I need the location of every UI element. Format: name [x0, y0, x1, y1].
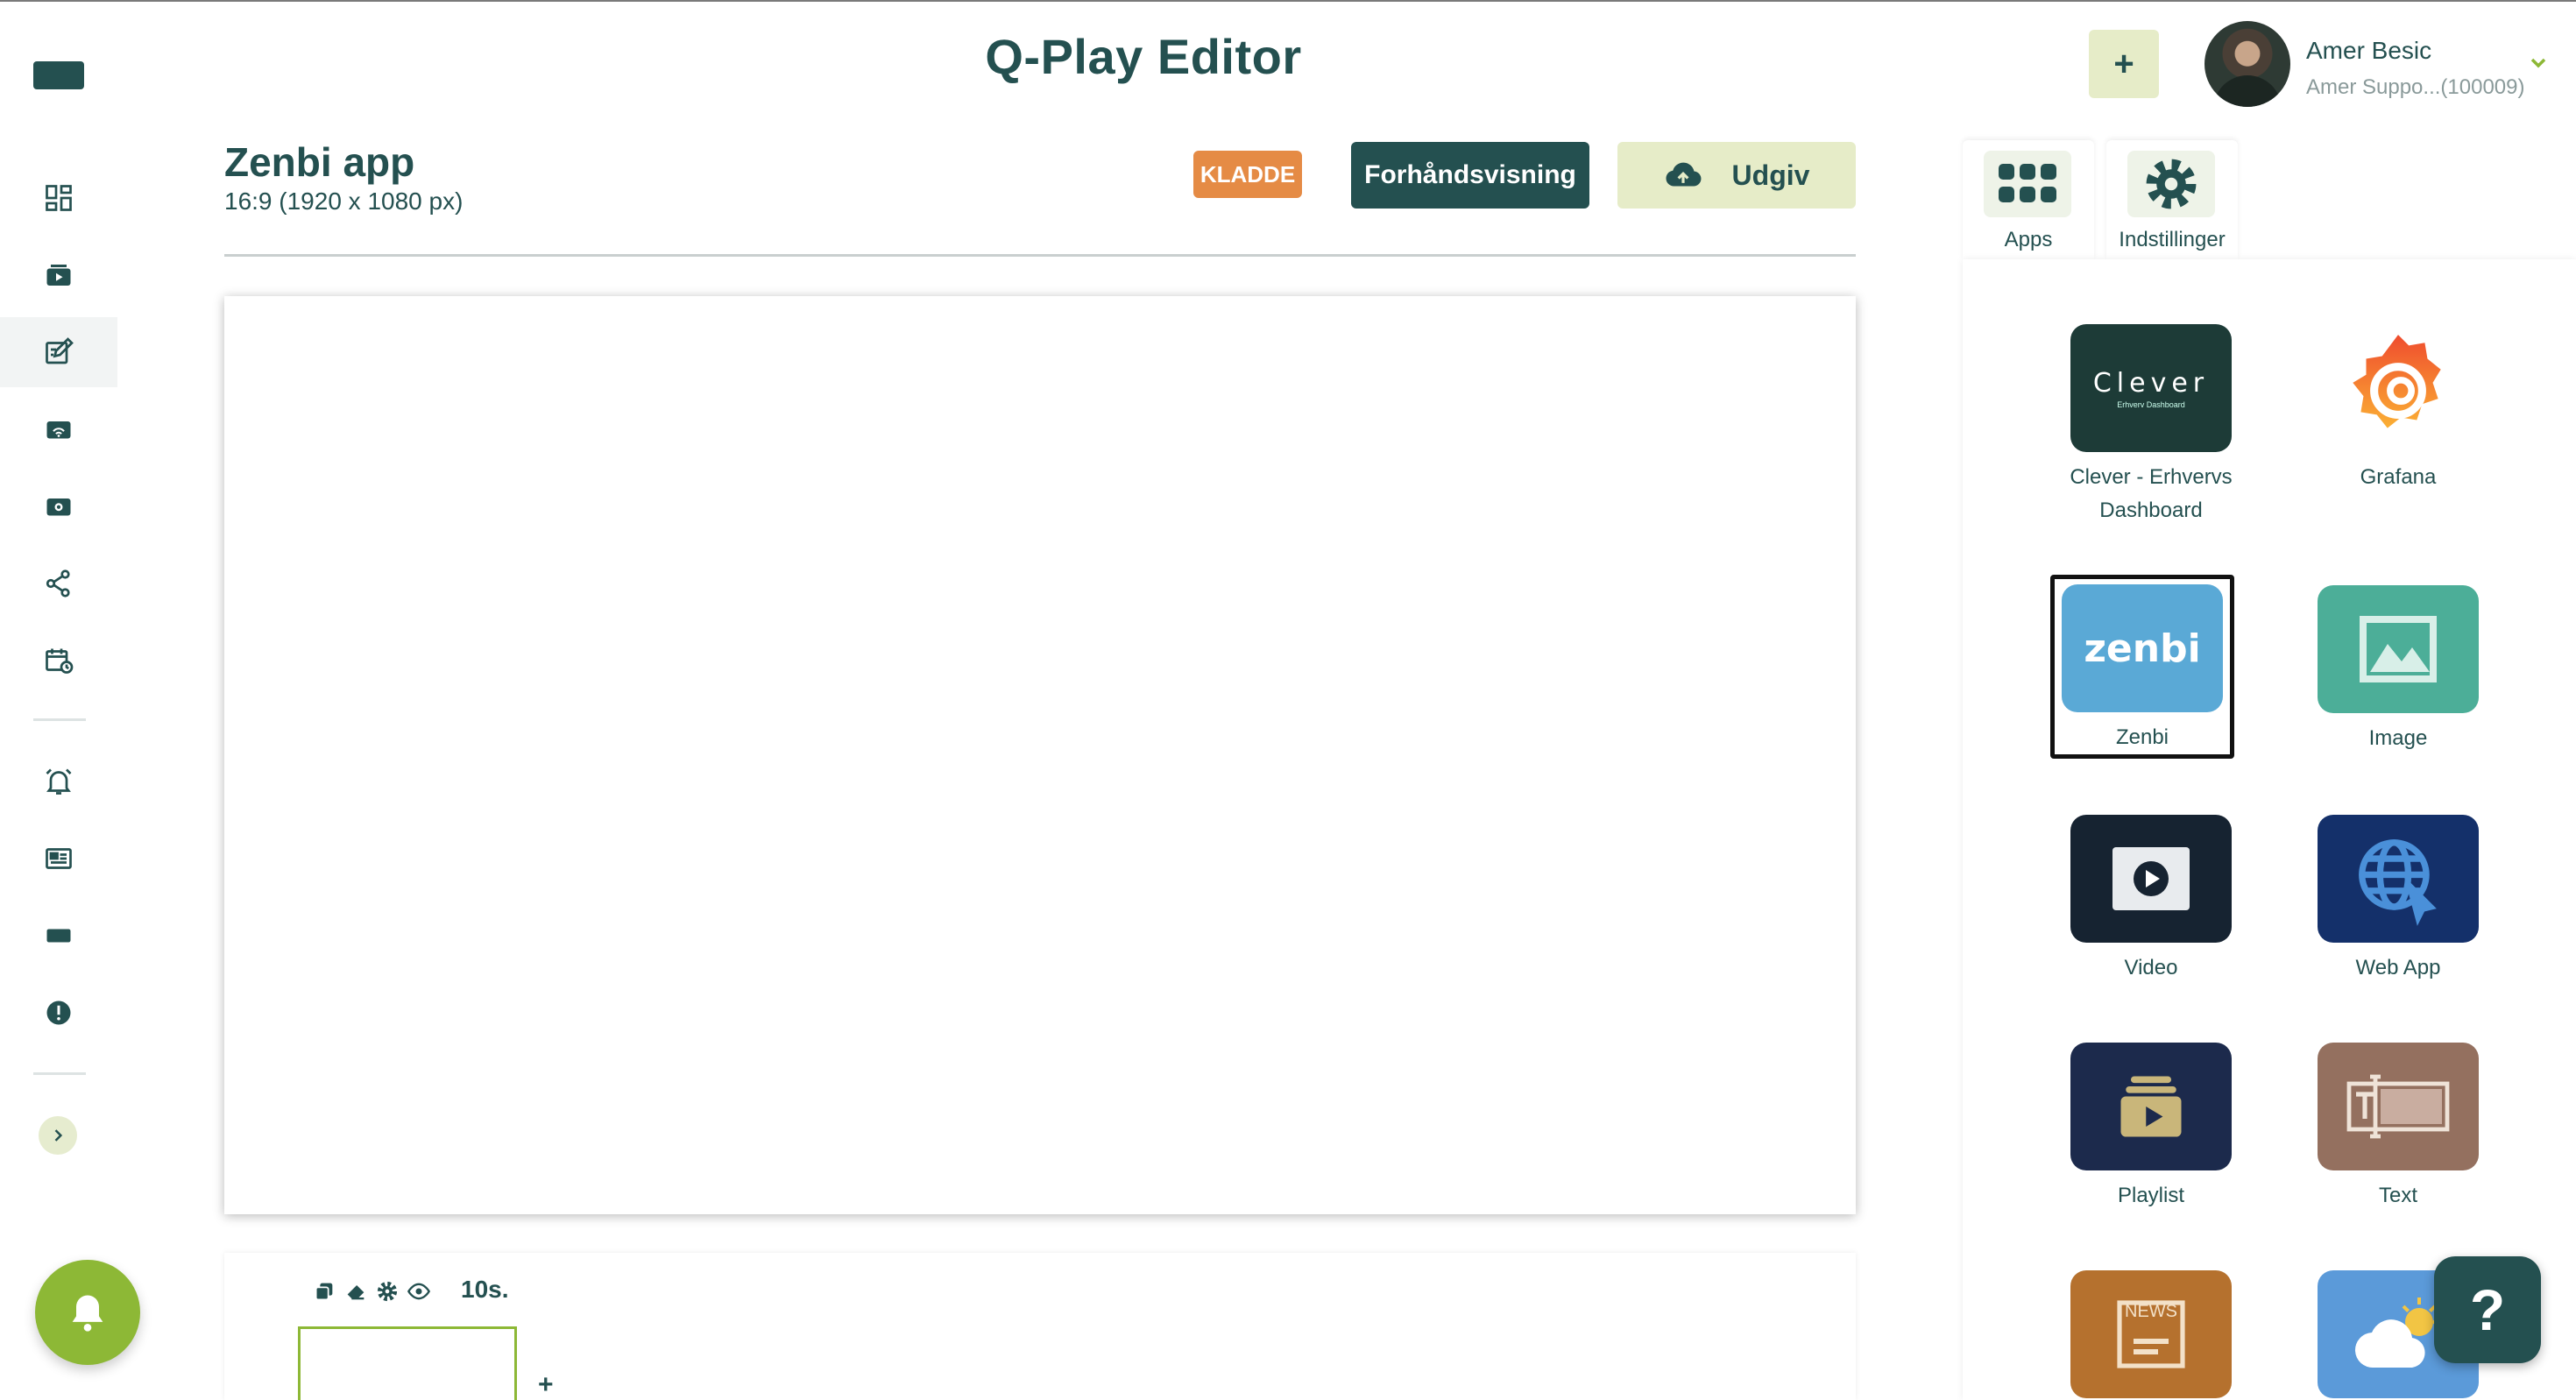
text-icon	[2318, 1043, 2479, 1170]
clever-logo-text: Clever	[2092, 367, 2210, 399]
slide-duration[interactable]: 10s.	[461, 1276, 509, 1304]
app-name: Grafana	[2360, 465, 2437, 489]
window-top-border	[0, 0, 2576, 2]
share-icon	[46, 569, 70, 597]
add-button[interactable]: +	[2089, 30, 2159, 98]
app-name: Clever - Erhvervs Dashboard	[2070, 465, 2233, 522]
app-tile-video[interactable]: Video	[2059, 815, 2243, 985]
screens-icon	[46, 421, 71, 439]
timeline: 10s. +	[224, 1253, 1856, 1400]
sidebar-expand-button[interactable]	[39, 1116, 77, 1155]
sidebar-item-editor[interactable]	[0, 317, 117, 387]
app-name: Web App	[2355, 956, 2441, 979]
sidebar-item-media[interactable]	[0, 240, 117, 310]
sidebar-item-share[interactable]	[0, 548, 117, 619]
eye-icon[interactable]	[407, 1279, 431, 1304]
app-tile-text[interactable]: Text	[2306, 1043, 2490, 1213]
dashboard-icon	[46, 185, 72, 211]
avatar-shoulders	[2213, 75, 2282, 107]
app-name: Playlist	[2117, 1184, 2185, 1207]
alert-icon	[46, 1001, 71, 1025]
sidebar-item-alert[interactable]	[0, 978, 117, 1048]
tab-settings[interactable]: Indstillinger	[2106, 140, 2238, 259]
avatar[interactable]	[2204, 21, 2290, 107]
publish-label: Udgiv	[1731, 159, 1810, 191]
app-name: Zenbi	[2115, 725, 2169, 749]
sidebar-item-display[interactable]	[0, 901, 117, 971]
status-badge: KLADDE	[1193, 151, 1302, 198]
help-button[interactable]: ?	[2434, 1256, 2541, 1363]
document-resolution: 16:9 (1920 x 1080 px)	[224, 187, 464, 215]
app-tile-zenbi[interactable]: zenbi Zenbi	[2050, 575, 2234, 759]
gallery-icon	[46, 498, 71, 516]
slide-tools	[312, 1279, 431, 1304]
document-title: Zenbi app	[224, 139, 415, 185]
editor-icon	[46, 337, 74, 364]
cloud-upload-icon	[1666, 162, 1702, 187]
news-icon	[46, 848, 72, 869]
image-icon	[2318, 585, 2479, 713]
media-icon	[46, 265, 71, 286]
duplicate-icon[interactable]	[312, 1279, 336, 1304]
display-icon	[46, 929, 71, 943]
page-title: Q-Play Editor	[985, 29, 1302, 84]
sidebar-item-dashboard[interactable]	[0, 163, 117, 233]
app-tile-web-app[interactable]: Web App	[2306, 815, 2490, 985]
tab-settings-icon-bg	[2127, 151, 2215, 217]
add-slide-button[interactable]: +	[538, 1370, 554, 1400]
sidebar	[0, 0, 140, 1400]
sidebar-item-schedule[interactable]	[0, 626, 117, 696]
schedule-icon	[46, 648, 74, 674]
news-icon: NEWS	[2070, 1270, 2232, 1398]
app-tile-playlist[interactable]: Playlist	[2059, 1043, 2243, 1213]
zenbi-logo-text: zenbi	[2084, 626, 2201, 671]
tab-settings-label: Indstillinger	[2119, 228, 2226, 251]
sidebar-item-alarm[interactable]	[0, 746, 117, 817]
app-tile-clever[interactable]: Clever Erhverv Dashboard Clever - Erhver…	[2059, 324, 2243, 527]
sidebar-divider	[33, 718, 86, 721]
sidebar-item-gallery[interactable]	[0, 471, 117, 541]
gear-icon	[2146, 159, 2197, 209]
chevron-right-icon	[54, 1129, 63, 1142]
tab-apps[interactable]: Apps	[1963, 140, 2094, 259]
zenbi-logo-icon: zenbi	[2062, 584, 2223, 712]
sidebar-divider	[33, 1072, 86, 1075]
user-name[interactable]: Amer Besic	[2306, 37, 2431, 65]
app-name: Text	[2378, 1184, 2417, 1207]
preview-button[interactable]: Forhåndsvisning	[1351, 142, 1589, 209]
tab-apps-icon-bg	[1984, 151, 2071, 217]
app-name: Image	[2368, 726, 2428, 750]
alarm-icon	[46, 768, 72, 795]
user-account[interactable]: Amer Suppo...(100009)	[2306, 75, 2524, 100]
editor-canvas[interactable]	[224, 296, 1856, 1214]
user-menu-toggle[interactable]	[2525, 53, 2551, 78]
clever-logo-icon: Clever Erhverv Dashboard	[2070, 324, 2232, 452]
apps-panel: Clever Erhverv Dashboard Clever - Erhver…	[1963, 259, 2576, 1400]
sidebar-item-screens[interactable]	[0, 394, 117, 464]
clever-logo-subtext: Erhverv Dashboard	[2117, 399, 2185, 409]
grafana-logo-icon	[2318, 324, 2479, 452]
apps-grid-icon	[1999, 164, 2056, 202]
tab-apps-label: Apps	[2004, 228, 2053, 251]
publish-button[interactable]: Udgiv	[1617, 142, 1856, 209]
playlist-icon	[2070, 1043, 2232, 1170]
globe-icon	[2318, 815, 2479, 943]
logo[interactable]	[33, 61, 84, 89]
sidebar-item-news[interactable]	[0, 824, 117, 894]
slide-thumbnail[interactable]	[298, 1326, 517, 1400]
chevron-down-icon	[2530, 58, 2546, 68]
eraser-icon[interactable]	[343, 1279, 368, 1304]
app-tile-grafana[interactable]: Grafana	[2306, 324, 2490, 494]
bell-icon	[72, 1295, 103, 1332]
news-icon-text: NEWS	[2125, 1302, 2177, 1321]
notifications-button[interactable]	[35, 1260, 140, 1365]
app-tile-image[interactable]: Image	[2306, 585, 2490, 755]
app-tile-news[interactable]: NEWS	[2059, 1270, 2243, 1398]
video-icon	[2070, 815, 2232, 943]
gear-icon[interactable]	[375, 1279, 400, 1304]
header-divider	[224, 254, 1856, 257]
app-name: Video	[2124, 956, 2178, 979]
